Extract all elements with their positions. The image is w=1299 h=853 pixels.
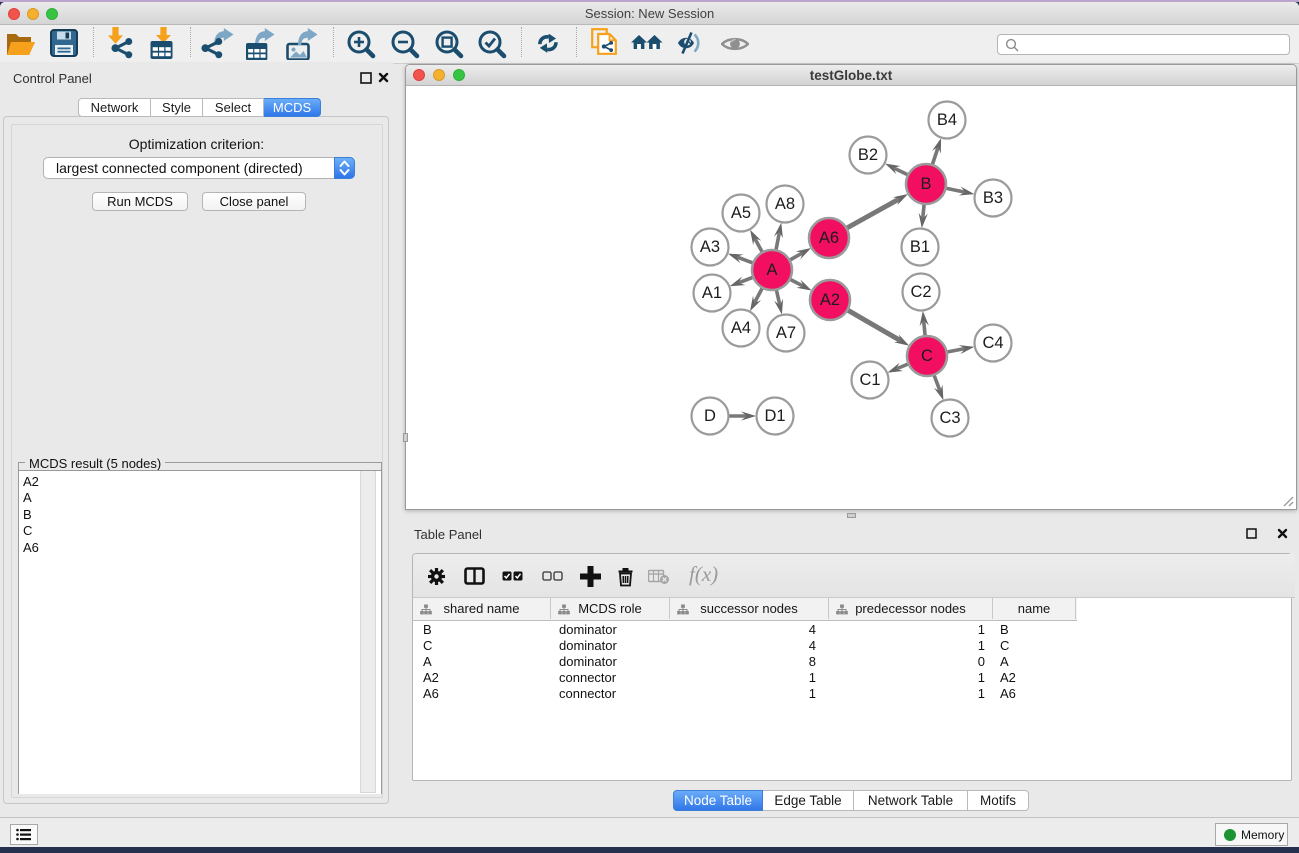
svg-text:A3: A3 xyxy=(700,238,720,256)
svg-text:B2: B2 xyxy=(858,146,878,164)
svg-text:A1: A1 xyxy=(702,284,722,302)
svg-text:B4: B4 xyxy=(937,111,957,129)
svg-text:A6: A6 xyxy=(819,229,839,247)
svg-text:C4: C4 xyxy=(982,334,1003,352)
svg-text:B: B xyxy=(920,175,931,193)
svg-text:C1: C1 xyxy=(859,371,880,389)
svg-text:A2: A2 xyxy=(820,291,840,309)
svg-text:A4: A4 xyxy=(731,319,751,337)
svg-text:C: C xyxy=(921,347,933,365)
svg-text:B3: B3 xyxy=(983,189,1003,207)
svg-text:A5: A5 xyxy=(731,204,751,222)
svg-text:B1: B1 xyxy=(910,238,930,256)
svg-text:C2: C2 xyxy=(910,283,931,301)
svg-text:A8: A8 xyxy=(775,195,795,213)
svg-text:D1: D1 xyxy=(764,407,785,425)
svg-text:C3: C3 xyxy=(939,409,960,427)
svg-text:A7: A7 xyxy=(776,324,796,342)
svg-text:D: D xyxy=(704,407,716,425)
svg-text:A: A xyxy=(766,261,777,279)
